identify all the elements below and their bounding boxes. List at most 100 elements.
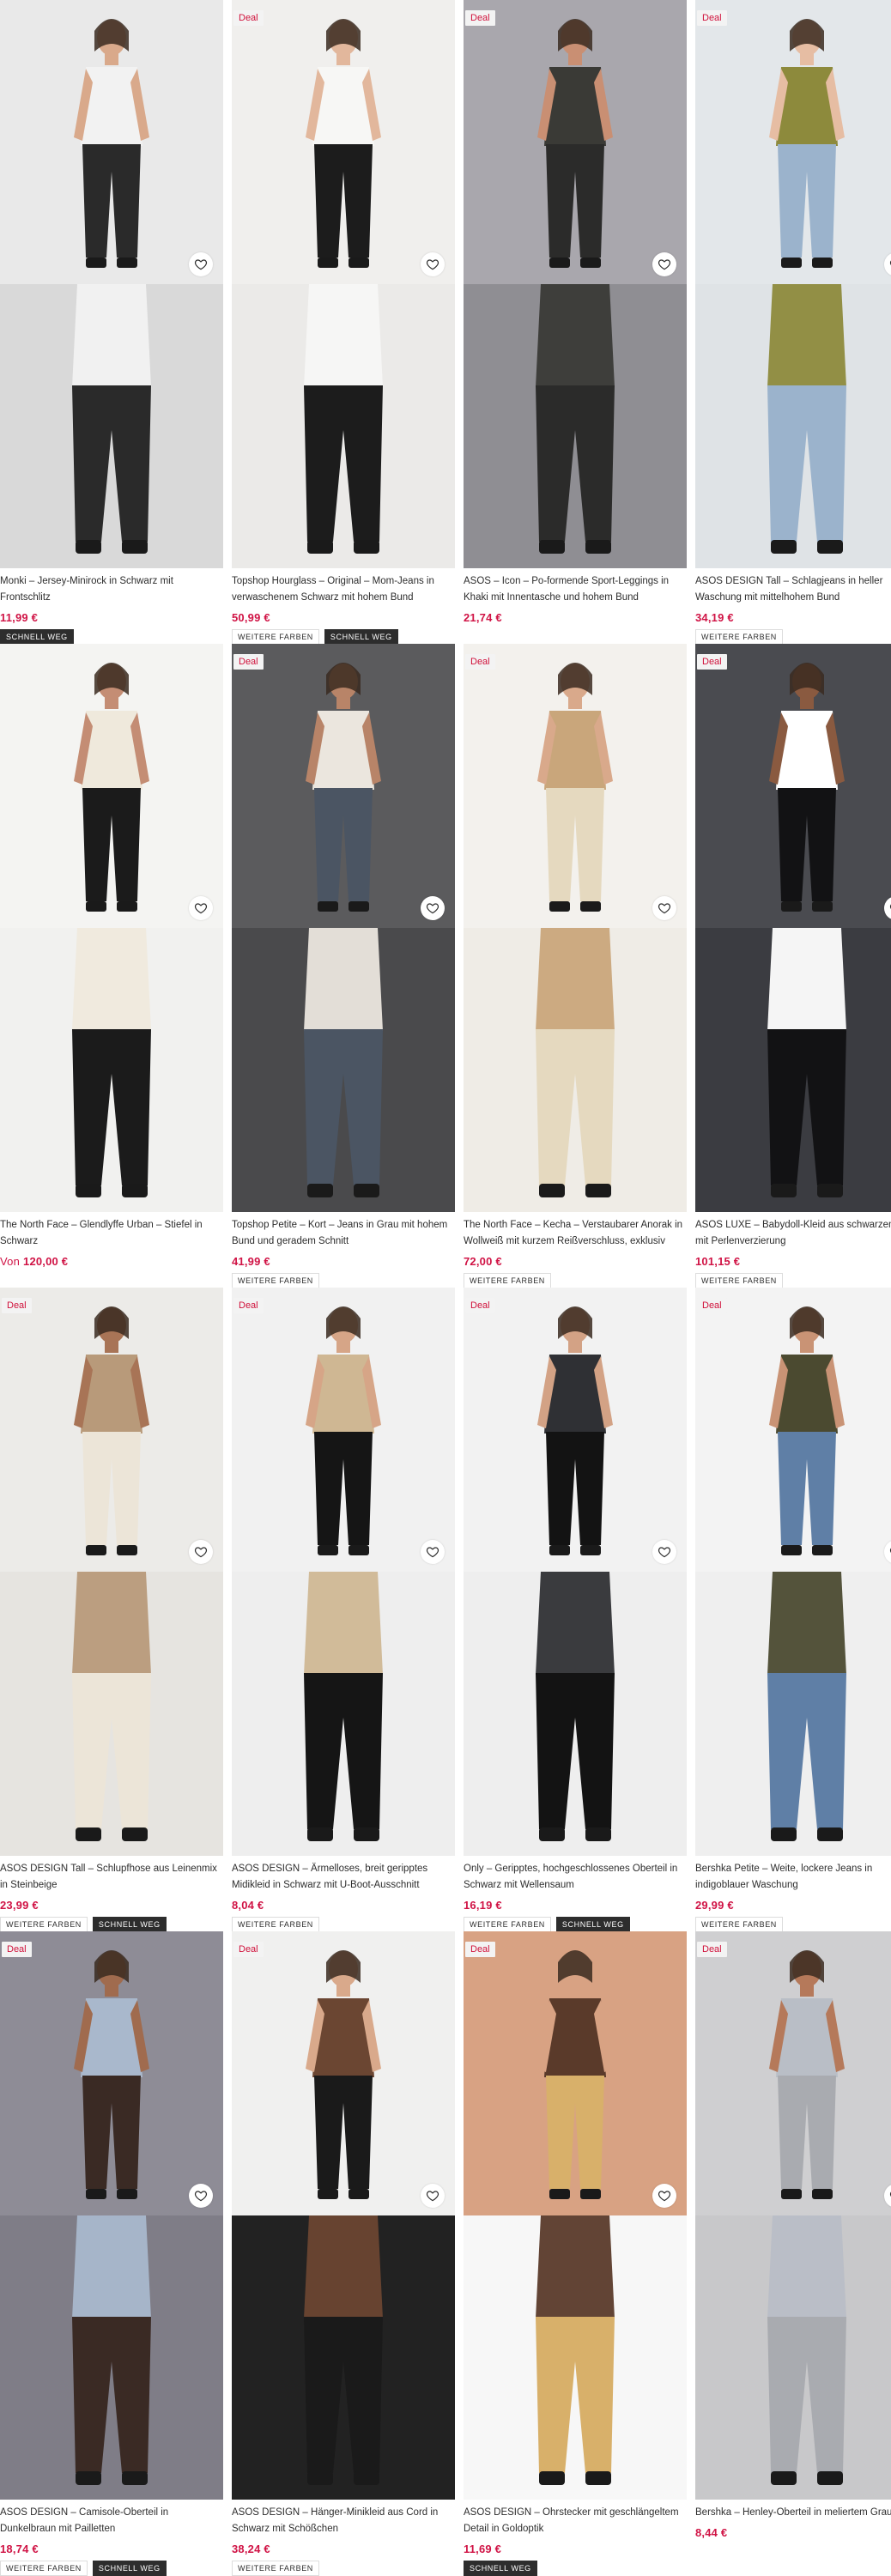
product-image-carousel[interactable]: Deal [464,644,687,1212]
product-title-link[interactable]: ASOS DESIGN Tall – Schlagjeans in heller… [695,573,891,606]
product-card[interactable]: Deal Bershka Petite – Weite, lockere Jean… [695,1288,891,1932]
product-title-link[interactable]: ASOS DESIGN – Camisole-Oberteil in Dunke… [0,2505,223,2537]
product-image-secondary[interactable] [0,284,223,568]
product-title-link[interactable]: Topshop Petite – Kort – Jeans in Grau mi… [232,1217,455,1250]
save-for-later-heart-icon[interactable] [652,2184,676,2208]
product-image-primary[interactable] [232,1288,455,1572]
product-title-link[interactable]: The North Face – Kecha – Verstaubarer An… [464,1217,687,1250]
product-image-primary[interactable] [464,0,687,284]
product-image-secondary[interactable] [464,2215,687,2500]
save-for-later-heart-icon[interactable] [652,896,676,920]
product-image-secondary[interactable] [0,928,223,1212]
product-image-primary[interactable] [695,644,891,928]
product-card[interactable]: Deal Topshop Petite – Kort – Jeans in Gra… [232,644,455,1288]
product-image-primary[interactable] [232,0,455,284]
product-image-primary[interactable] [0,1288,223,1572]
product-image-primary[interactable] [695,1288,891,1572]
product-image-secondary[interactable] [232,1572,455,1856]
product-image-carousel[interactable]: Deal [232,644,455,1212]
more-colours-badge[interactable]: WEITERE FARBEN [464,1273,551,1288]
save-for-later-heart-icon[interactable] [652,252,676,276]
product-card[interactable]: Deal Topshop Hourglass – Original – Mom-J… [232,0,455,645]
more-colours-badge[interactable]: WEITERE FARBEN [695,629,783,645]
product-card[interactable]: Deal Bershka – Henley-Oberteil in meliert… [695,1931,891,2567]
more-colours-badge[interactable]: WEITERE FARBEN [695,1917,783,1932]
product-title-link[interactable]: Bershka – Henley-Oberteil in meliertem G… [695,2505,891,2521]
product-image-primary[interactable] [464,1931,687,2215]
product-title-link[interactable]: Monki – Jersey-Minirock in Schwarz mit F… [0,573,223,606]
product-title-link[interactable]: ASOS LUXE – Babydoll-Kleid aus schwarze m… [695,1217,891,1250]
product-image-carousel[interactable]: Deal [464,0,687,568]
product-image-secondary[interactable] [464,928,687,1212]
product-image-carousel[interactable] [0,644,223,1212]
product-image-carousel[interactable]: Deal [0,1931,223,2500]
product-title-link[interactable]: The North Face – Glendlyffe Urban – Stie… [0,1217,223,1250]
product-title-link[interactable]: ASOS – Icon – Po-formende Sport-Leggings… [464,573,687,606]
product-card[interactable]: Deal ASOS LUXE – Babydoll-Kleid aus schwa… [695,644,891,1288]
product-image-carousel[interactable]: Deal [232,0,455,568]
product-image-carousel[interactable]: Deal [232,1931,455,2500]
product-card[interactable]: Deal The North Face – Kecha – Verstaubare… [464,644,687,1288]
product-image-carousel[interactable]: Deal [695,1931,891,2500]
product-card[interactable]: Deal ASOS DESIGN Tall – Schlupfhose aus L… [0,1288,223,1932]
product-card[interactable]: Deal ASOS DESIGN – Ohrstecker mit geschlä… [464,1931,687,2576]
product-image-carousel[interactable]: Deal [695,644,891,1212]
product-image-primary[interactable] [695,0,891,284]
product-image-primary[interactable] [232,644,455,928]
product-image-secondary[interactable] [695,928,891,1212]
product-image-secondary[interactable] [232,928,455,1212]
product-image-carousel[interactable]: Deal [695,1288,891,1856]
product-image-secondary[interactable] [695,2215,891,2500]
product-title-link[interactable]: Bershka Petite – Weite, lockere Jeans in… [695,1861,891,1894]
product-image-secondary[interactable] [232,2215,455,2500]
product-image-secondary[interactable] [695,1572,891,1856]
product-card[interactable]: Monki – Jersey-Minirock in Schwarz mit F… [0,0,223,645]
product-image-secondary[interactable] [0,2215,223,2500]
product-image-primary[interactable] [0,1931,223,2215]
product-card[interactable]: Deal Only – Geripptes, hochgeschlossenes … [464,1288,687,1932]
product-title-link[interactable]: Topshop Hourglass – Original – Mom-Jeans… [232,573,455,606]
product-image-primary[interactable] [464,644,687,928]
product-card[interactable]: The North Face – Glendlyffe Urban – Stie… [0,644,223,1279]
product-image-primary[interactable] [0,644,223,928]
more-colours-badge[interactable]: WEITERE FARBEN [232,2561,319,2576]
product-image-primary[interactable] [464,1288,687,1572]
product-image-secondary[interactable] [232,284,455,568]
product-card[interactable]: Deal ASOS DESIGN – Camisole-Oberteil in D… [0,1931,223,2576]
more-colours-badge[interactable]: WEITERE FARBEN [232,629,319,645]
save-for-later-heart-icon[interactable] [421,1540,445,1564]
product-title-link[interactable]: ASOS DESIGN – Ärmelloses, breit gerippte… [232,1861,455,1894]
save-for-later-heart-icon[interactable] [189,896,213,920]
product-title-link[interactable]: ASOS DESIGN – Ohrstecker mit geschlängel… [464,2505,687,2537]
product-title-link[interactable]: ASOS DESIGN – Hänger-Minikleid aus Cord … [232,2505,455,2537]
save-for-later-heart-icon[interactable] [189,252,213,276]
product-image-carousel[interactable]: Deal [232,1288,455,1856]
save-for-later-heart-icon[interactable] [189,2184,213,2208]
product-card[interactable]: Deal ASOS DESIGN Tall – Schlagjeans in he… [695,0,891,645]
product-image-carousel[interactable]: Deal [464,1931,687,2500]
product-image-primary[interactable] [0,0,223,284]
more-colours-badge[interactable]: WEITERE FARBEN [0,1917,88,1932]
product-image-carousel[interactable]: Deal [464,1288,687,1856]
product-image-carousel[interactable] [0,0,223,568]
product-card[interactable]: Deal ASOS DESIGN – Ärmelloses, breit geri… [232,1288,455,1932]
product-title-link[interactable]: Only – Geripptes, hochgeschlossenes Ober… [464,1861,687,1894]
save-for-later-heart-icon[interactable] [421,896,445,920]
product-image-primary[interactable] [232,1931,455,2215]
product-image-secondary[interactable] [464,1572,687,1856]
save-for-later-heart-icon[interactable] [189,1540,213,1564]
product-image-carousel[interactable]: Deal [695,0,891,568]
save-for-later-heart-icon[interactable] [421,252,445,276]
product-image-secondary[interactable] [464,284,687,568]
product-card[interactable]: Deal ASOS DESIGN – Hänger-Minikleid aus C… [232,1931,455,2576]
product-title-link[interactable]: ASOS DESIGN Tall – Schlupfhose aus Leine… [0,1861,223,1894]
product-image-secondary[interactable] [0,1572,223,1856]
more-colours-badge[interactable]: WEITERE FARBEN [464,1917,551,1932]
more-colours-badge[interactable]: WEITERE FARBEN [695,1273,783,1288]
save-for-later-heart-icon[interactable] [421,2184,445,2208]
product-card[interactable]: Deal ASOS – Icon – Po-formende Sport-Legg… [464,0,687,635]
more-colours-badge[interactable]: WEITERE FARBEN [0,2561,88,2576]
product-image-secondary[interactable] [695,284,891,568]
more-colours-badge[interactable]: WEITERE FARBEN [232,1917,319,1932]
product-image-primary[interactable] [695,1931,891,2215]
